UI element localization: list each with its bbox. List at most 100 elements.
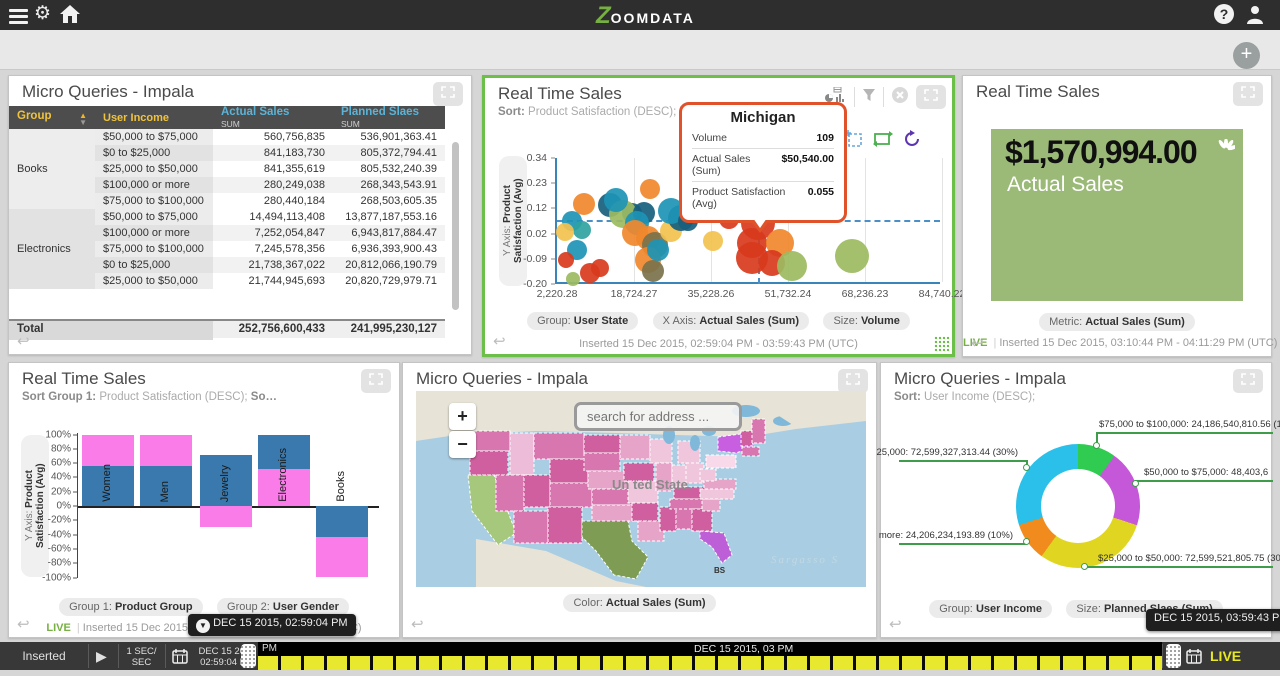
undo-icon[interactable]: ↩ [17,615,30,633]
scatter-bubble[interactable] [556,223,574,241]
undo-icon[interactable]: ↩ [889,615,902,633]
user-icon[interactable] [1245,4,1265,29]
x-axis-pill[interactable]: X Axis: Actual Sales (Sum) [653,312,809,330]
column-header-actual[interactable]: Actual SalesSUM [213,106,333,129]
timeline-mode-label[interactable]: Inserted [0,642,88,670]
svg-text:BS: BS [714,566,726,575]
table-total-row: Total 252,756,600,433 241,995,230,127 [9,319,445,338]
timeline-ticks[interactable] [258,656,1162,670]
scatter-bubble[interactable] [566,272,580,286]
panel-scatter: Real Time Sales Sort: Product Satisfacti… [482,75,955,357]
timeline-right-handle[interactable] [1166,644,1181,668]
bar-chart[interactable]: 100%80%60%40%20%0%-20%-40%-60%-80%-100%W… [77,433,379,578]
column-header-planned[interactable]: Planned SlaesSUM [333,106,445,129]
panel-title: Micro Queries - Impala [416,369,588,389]
color-pill[interactable]: Color: Actual Sales (Sum) [563,594,715,612]
y-axis-tick: -60% [48,543,71,554]
maximize-icon[interactable] [1233,369,1263,393]
strip-pm-label: PM [262,643,277,654]
x-axis-tick: 84,740.22 [919,288,966,300]
metric-pill[interactable]: Metric: Actual Sales (Sum) [1039,313,1195,331]
y-axis-tick: 60% [51,458,71,469]
zoom-out-button[interactable]: − [449,431,476,458]
maximize-icon[interactable] [1233,82,1263,106]
time-tooltip-left[interactable]: ▼ DEC 15 2015, 02:59:04 PM [188,614,356,636]
x-axis-tick: 18,724.27 [611,288,658,300]
calendar-icon[interactable] [172,648,188,676]
filter-icon[interactable] [862,88,876,107]
timeline-strip[interactable]: PM DEC 15 2015, 03 PM [258,642,1162,670]
pill-row: Color: Actual Sales (Sum) [403,593,876,612]
scatter-bubble[interactable] [604,188,628,212]
undo-icon[interactable]: ↩ [971,334,984,352]
play-button[interactable]: ▶ [96,642,118,670]
zoom-in-button[interactable]: + [449,403,476,430]
column-header-group[interactable]: Group ▲▼ [9,106,95,129]
scatter-bubble[interactable] [703,231,723,251]
scatter-bubble[interactable] [777,251,807,281]
maximize-icon[interactable] [916,85,946,109]
home-icon[interactable] [60,5,80,28]
y-axis-tick: 0.12 [527,202,547,214]
donut-segment-label: $50,000 to $75,000: 48,403,6 [1144,467,1268,478]
close-icon[interactable] [891,86,909,109]
size-pill[interactable]: Size: Volume [823,312,909,330]
add-widget-button[interactable]: + [1233,42,1260,69]
help-icon[interactable]: ? [1214,4,1234,24]
bar-segment[interactable] [200,506,252,527]
x-axis-tick: 68,236.23 [842,288,889,300]
sort-icons[interactable]: ▲▼ [79,112,87,126]
scatter-bubble[interactable] [835,239,869,273]
column-header-income[interactable]: User Income [95,106,213,129]
map-search-input[interactable] [574,402,742,431]
scatter-bubble[interactable] [558,252,574,268]
undo-icon[interactable]: ↩ [493,332,506,350]
undo-icon[interactable]: ↩ [411,615,424,633]
scatter-bubble[interactable] [647,239,669,261]
scatter-bubble[interactable] [642,260,664,282]
pan-icon[interactable] [873,131,893,152]
table-row[interactable]: Books$50,000 to $75,000560,756,835536,90… [9,129,445,145]
scatter-bubble[interactable] [591,259,609,277]
zoom-select-icon[interactable] [845,130,863,153]
gear-icon[interactable]: ⚙ [34,2,51,25]
playback-rate[interactable]: 1 SEC/SEC [118,642,165,670]
chevron-down-icon[interactable]: ▼ [196,619,210,633]
y-axis-tick: 0.34 [527,152,547,164]
donut-label-line [1084,566,1273,568]
live-button[interactable]: LIVE [1210,642,1270,670]
y-axis-tick: 0% [57,501,71,512]
donut-chart[interactable] [1016,444,1140,568]
bar-category-label: Books [335,471,347,502]
live-badge: LIVE [46,622,70,634]
group1-pill[interactable]: Group 1: Product Group [59,598,202,616]
group-pill[interactable]: Group: User State [527,312,638,330]
maximize-icon[interactable] [433,82,463,106]
maximize-icon[interactable] [361,369,391,393]
panel-bars: Real Time Sales Sort Group 1: Product Sa… [8,362,400,638]
timeline-left-handle[interactable] [241,644,256,668]
undo-icon[interactable]: ↩ [17,332,30,350]
y-axis-label: Y Axis: Product Satisfaction (Avg) [21,435,49,577]
kpi-box[interactable]: $1,570,994.00 Actual Sales [991,129,1243,301]
refresh-icon[interactable] [903,130,921,153]
scatter-bubble[interactable] [573,221,591,239]
panel-footer: LIVE| Inserted 15 Dec 2015, 03:10:44 PM … [963,337,1271,349]
y-axis-tick: 40% [51,472,71,483]
bar-segment[interactable] [316,506,368,537]
data-table[interactable]: Group ▲▼ User Income Actual SalesSUM Pla… [9,106,461,319]
time-tooltip-right[interactable]: DEC 15 2015, 03:59:43 PM ▼ [1146,609,1280,631]
bar-segment[interactable] [140,435,192,466]
bar-segment[interactable] [316,537,368,578]
map-canvas[interactable]: Un ted State. Sargasso S BS + − [416,391,866,587]
table-scrollbar[interactable] [452,142,459,310]
calendar-icon[interactable] [1186,648,1202,676]
group-pill[interactable]: Group: User Income [929,600,1052,618]
table-row[interactable]: Electronics$50,000 to $75,00014,494,113,… [9,209,445,225]
bar-segment[interactable] [82,435,134,466]
resize-handle[interactable] [934,336,950,352]
scatter-bubble[interactable] [640,179,660,199]
menu-icon[interactable] [9,6,28,27]
maximize-icon[interactable] [838,369,868,393]
bar-category-label: Women [101,464,113,502]
